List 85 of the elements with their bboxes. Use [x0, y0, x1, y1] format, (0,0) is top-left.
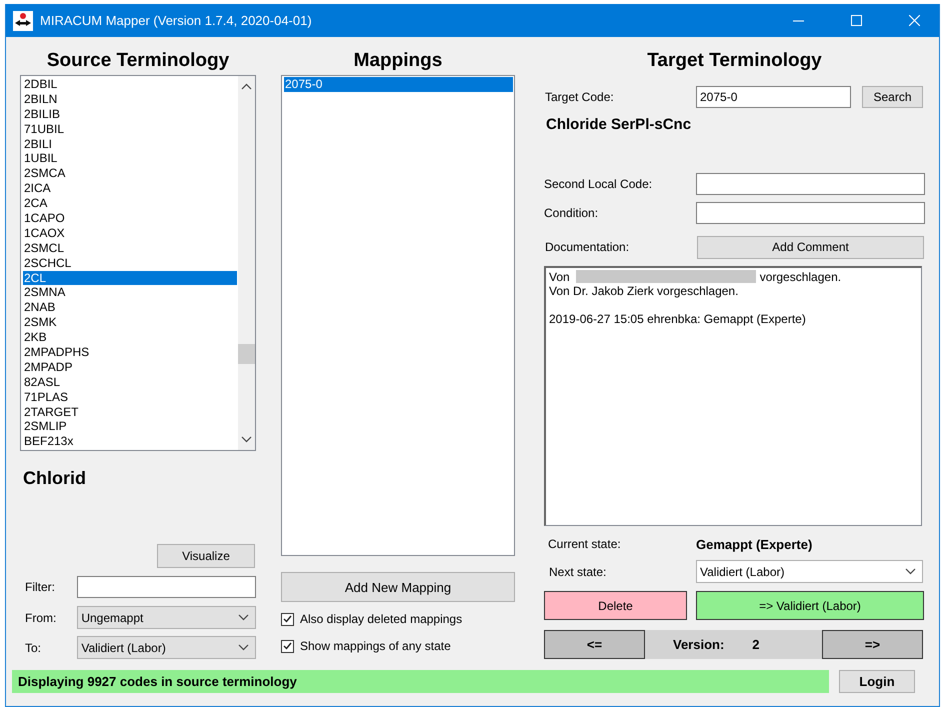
field-label: From:: [24, 610, 58, 624]
list-item[interactable]: 1UBIL: [23, 151, 237, 166]
delete-button[interactable]: Delete: [544, 591, 687, 620]
list-item[interactable]: 2SMLIP: [23, 419, 237, 434]
check-icon: [283, 615, 292, 623]
list-item[interactable]: 71UBIL: [23, 122, 237, 137]
field-label: Filter:: [24, 580, 56, 594]
chevron-down-icon: [905, 568, 916, 576]
list-item[interactable]: 2SMCL: [23, 240, 237, 256]
dropdown-value: Validiert (Labor): [700, 564, 784, 579]
field-label: Condition:: [544, 206, 600, 220]
next-version-button[interactable]: =>: [822, 630, 923, 660]
field-label: Documentation:: [544, 240, 630, 254]
list-item[interactable]: 2BILI: [23, 136, 237, 152]
filter-field[interactable]: [77, 576, 256, 598]
dropdown[interactable]: Ungemappt: [77, 606, 256, 629]
add-mapping-button[interactable]: Add New Mapping: [281, 572, 515, 602]
list-item[interactable]: 2BILN: [23, 92, 237, 107]
chevron-down-icon: [238, 644, 249, 651]
checkbox[interactable]: [281, 640, 294, 652]
window-title: MIRACUM Mapper (Version 1.7.4, 2020-04-01): [40, 13, 312, 28]
second-local-code-field[interactable]: [696, 172, 925, 195]
list-item[interactable]: 2SCHCL: [23, 256, 237, 271]
panel-heading: Source Terminology: [46, 49, 230, 73]
checkbox-label: Also display deleted mappings: [300, 612, 462, 626]
field-label: To:: [24, 640, 42, 654]
app-logo-icon: [13, 10, 33, 30]
list-item[interactable]: 2ICA: [23, 181, 237, 196]
dropdown-value: Validiert (Labor): [81, 640, 166, 654]
version-label: Version:: [673, 637, 724, 652]
panel-heading: Target Terminology: [646, 49, 823, 73]
condition-field[interactable]: [696, 202, 925, 224]
check-icon: [283, 642, 292, 650]
status-bar: Displaying 9927 codes in source terminology: [12, 670, 829, 693]
target-name: Chloride SerPl-sCnc: [545, 116, 692, 135]
list-item[interactable]: 2MPADP: [23, 360, 237, 375]
target-code-field[interactable]: 2075-0: [696, 86, 851, 108]
checkbox[interactable]: [281, 612, 294, 626]
documentation-text: 2019-06-27 15:05 ehrenbka: Gemappt (Experte): [549, 312, 806, 326]
field-label: Next state:: [548, 564, 608, 579]
list-item[interactable]: BEF213x: [23, 434, 237, 450]
list-item[interactable]: 2075-0: [284, 77, 513, 92]
dropdown[interactable]: Validiert (Labor): [696, 560, 923, 584]
list-item[interactable]: 2MPADPHS: [23, 345, 237, 360]
list-item[interactable]: 82ASL: [23, 374, 237, 390]
chevron-down-icon: [238, 614, 249, 621]
maximize-icon[interactable]: [851, 15, 862, 26]
documentation-text: Von Dr. Jakob Zierk vorgeschlagen.: [549, 284, 738, 298]
search-button[interactable]: Search: [862, 86, 923, 108]
scroll-down-icon[interactable]: [241, 436, 252, 443]
close-icon[interactable]: [909, 15, 920, 26]
code-name: Chlorid: [22, 468, 87, 490]
login-button[interactable]: Login: [839, 670, 915, 693]
field-label: Target Code:: [544, 90, 615, 104]
list-item[interactable]: 2CL: [23, 270, 237, 286]
field-label: Second Local Code:: [544, 176, 654, 191]
documentation-box[interactable]: Von vorgeschlagen. Von Dr. Jakob Zierk vorgeschlagen. 2019-06-27 15:05 ehrenbka: Gemappt (Experte): [544, 266, 922, 526]
list-item[interactable]: 2NAB: [23, 300, 237, 316]
documentation-text: Von: [549, 270, 570, 284]
list-item[interactable]: 2DBIL: [23, 77, 237, 92]
list-item[interactable]: 2CA: [23, 196, 237, 212]
scroll-thumb[interactable]: [238, 344, 255, 364]
field-label: Current state:: [547, 537, 622, 552]
documentation-text: vorgeschlagen.: [760, 270, 842, 284]
list-item[interactable]: 2SMNA: [23, 285, 237, 300]
dropdown[interactable]: Validiert (Labor): [77, 636, 256, 659]
list-item[interactable]: 1CAOX: [23, 226, 237, 241]
advance-state-button[interactable]: => Validiert (Labor): [696, 591, 924, 620]
list-item[interactable]: 71PLAS: [23, 390, 237, 405]
list-item[interactable]: 2TARGET: [23, 404, 237, 420]
list-item[interactable]: 2BILIB: [23, 106, 237, 122]
list-item[interactable]: 1CAPO: [23, 211, 237, 226]
list-item[interactable]: 2KB: [23, 330, 237, 346]
dropdown-value: Ungemappt: [81, 610, 144, 624]
list-item[interactable]: 2SMK: [23, 315, 237, 330]
panel-heading: Mappings: [352, 49, 444, 73]
list-item[interactable]: 2SMCA: [23, 166, 237, 182]
checkbox-label: Show mappings of any state: [300, 639, 451, 653]
scrollbar[interactable]: [238, 76, 255, 450]
previous-version-button[interactable]: <=: [544, 630, 645, 660]
scroll-up-icon[interactable]: [241, 83, 252, 90]
version-number: 2: [752, 637, 760, 652]
visualize-button[interactable]: Visualize: [157, 544, 255, 568]
add-comment-button[interactable]: Add Comment: [697, 236, 924, 259]
current-state-value: Gemappt (Experte): [696, 536, 812, 552]
